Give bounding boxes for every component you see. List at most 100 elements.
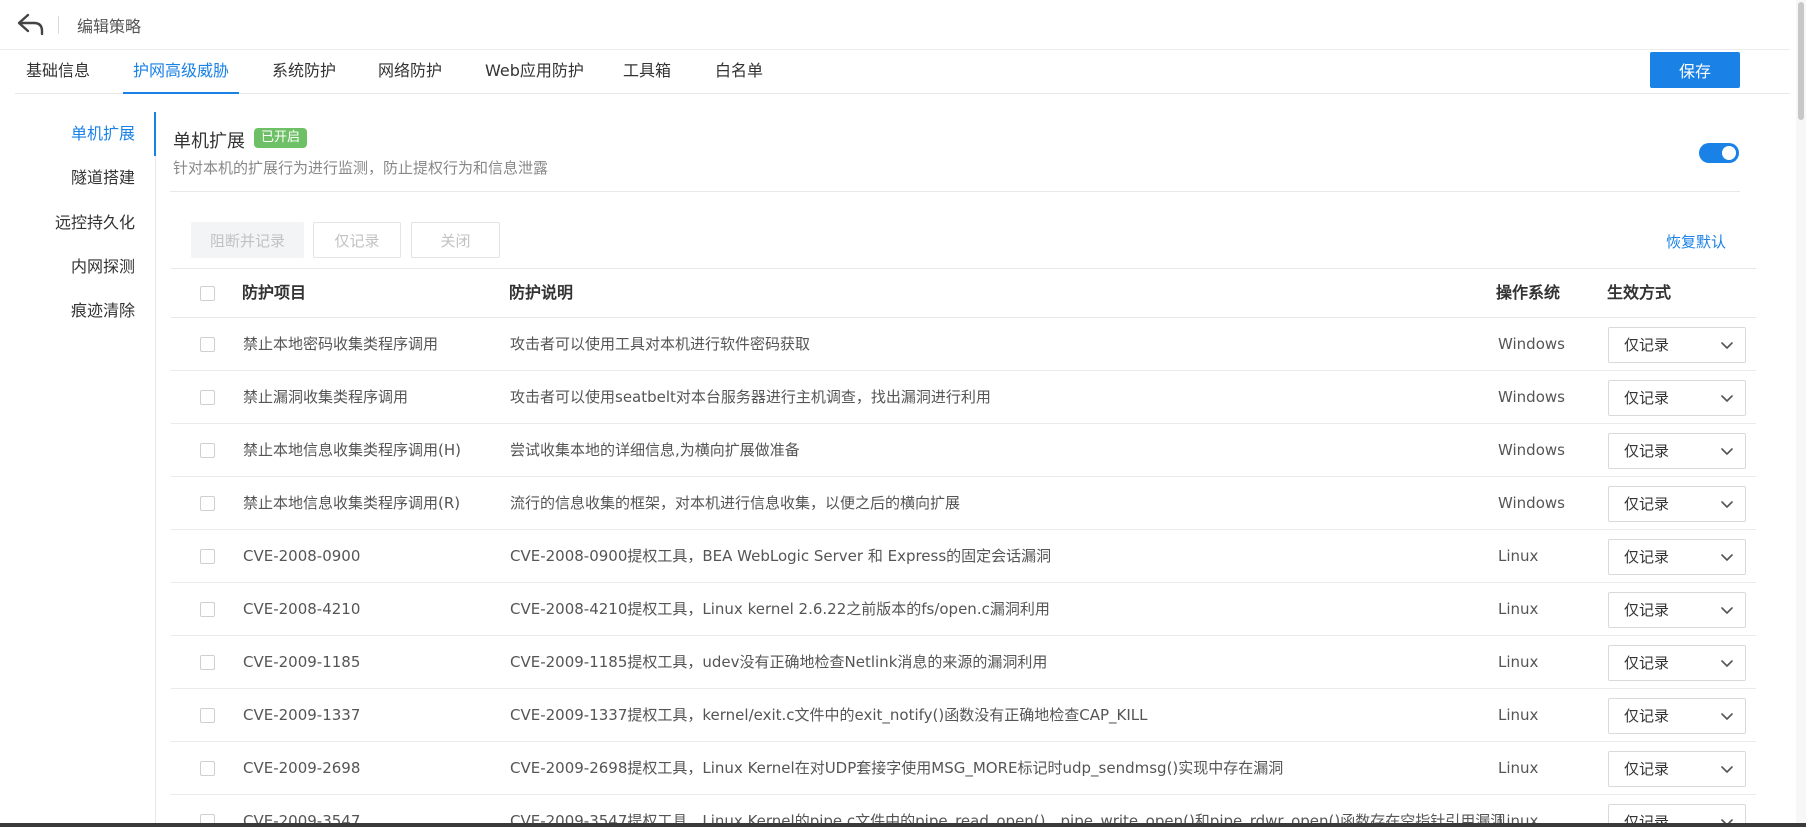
row-checkbox[interactable]	[200, 761, 215, 776]
section-title: 单机扩展	[173, 131, 245, 152]
row-item: CVE-2009-2698	[243, 759, 361, 777]
table-row: 禁止漏洞收集类程序调用 攻击者可以使用seatbelt对本台服务器进行主机调查，找…	[171, 371, 1756, 424]
mode-select[interactable]: 仅记录	[1608, 592, 1746, 628]
row-item: CVE-2009-1185	[243, 653, 361, 671]
side-item-intranet-probe[interactable]: 内网探测	[71, 245, 135, 289]
tab-web-app-protection[interactable]: Web应用防护	[485, 50, 584, 94]
chevron-down-icon	[1721, 766, 1733, 773]
save-button[interactable]: 保存	[1650, 52, 1740, 88]
chevron-down-icon	[1721, 342, 1733, 349]
column-header-item: 防护项目	[242, 283, 307, 302]
tab-network-protection[interactable]: 网络防护	[378, 50, 442, 94]
mode-select-value: 仅记录	[1624, 336, 1670, 354]
chevron-down-icon	[1721, 607, 1733, 614]
mode-select-value: 仅记录	[1624, 654, 1670, 672]
side-item-tunnel-setup[interactable]: 隧道搭建	[71, 156, 135, 200]
mode-select-value: 仅记录	[1624, 495, 1670, 513]
scrollbar-track[interactable]	[1796, 0, 1806, 827]
row-os: Windows	[1498, 494, 1565, 512]
row-description: CVE-2008-4210提权工具，Linux kernel 2.6.22之前版…	[510, 600, 1050, 618]
row-checkbox[interactable]	[200, 655, 215, 670]
side-item-remote-persistence[interactable]: 远控持久化	[55, 201, 135, 245]
row-item: 禁止漏洞收集类程序调用	[243, 388, 409, 406]
app-root: 编辑策略 基础信息 护网高级威胁 系统防护 网络防护 Web应用防护 工具箱 白…	[0, 0, 1806, 827]
table-row: 禁止本地信息收集类程序调用(R) 流行的信息收集的框架，对本机进行信息收集，以便之…	[171, 477, 1756, 530]
row-item: CVE-2009-1337	[243, 706, 361, 724]
close-button[interactable]: 关闭	[411, 222, 500, 258]
row-os: Linux	[1498, 759, 1539, 777]
side-active-indicator	[154, 112, 156, 156]
mode-select[interactable]: 仅记录	[1608, 645, 1746, 681]
mode-select[interactable]: 仅记录	[1608, 751, 1746, 787]
tab-system-protection[interactable]: 系统防护	[272, 50, 336, 94]
row-description: CVE-2009-1337提权工具，kernel/exit.c文件中的exit_…	[510, 706, 1148, 724]
scrollbar-thumb[interactable]	[1798, 2, 1804, 120]
row-os: Linux	[1498, 600, 1539, 618]
row-os: Windows	[1498, 335, 1565, 353]
table-row: CVE-2009-1185 CVE-2009-1185提权工具，udev没有正确地…	[171, 636, 1756, 689]
column-header-os: 操作系统	[1496, 283, 1561, 302]
restore-default-link[interactable]: 恢复默认	[1666, 231, 1726, 252]
mode-select[interactable]: 仅记录	[1608, 539, 1746, 575]
row-checkbox[interactable]	[200, 337, 215, 352]
select-all-checkbox[interactable]	[200, 286, 215, 301]
table-header: 防护项目 防护说明 操作系统 生效方式	[171, 268, 1756, 318]
row-description: 攻击者可以使用seatbelt对本台服务器进行主机调查，找出漏洞进行利用	[510, 388, 991, 406]
chevron-down-icon	[1721, 713, 1733, 720]
row-os: Linux	[1498, 706, 1539, 724]
table-body: 禁止本地密码收集类程序调用 攻击者可以使用工具对本机进行软件密码获取 Windows…	[171, 318, 1756, 827]
table-row: CVE-2008-0900 CVE-2008-0900提权工具，BEA WebLo…	[171, 530, 1756, 583]
side-item-trace-cleanup[interactable]: 痕迹清除	[71, 289, 135, 333]
row-os: Windows	[1498, 441, 1565, 459]
table-row: 禁止本地信息收集类程序调用(H) 尝试收集本地的详细信息,为横向扩展做准备 Wind…	[171, 424, 1756, 477]
toggle-knob	[1722, 146, 1736, 160]
section-description: 针对本机的扩展行为进行监测，防止提权行为和信息泄露	[173, 159, 549, 177]
block-and-log-button[interactable]: 阻断并记录	[191, 222, 304, 258]
mode-select[interactable]: 仅记录	[1608, 380, 1746, 416]
table-row: 禁止本地密码收集类程序调用 攻击者可以使用工具对本机进行软件密码获取 Windows…	[171, 318, 1756, 371]
tab-advanced-threat[interactable]: 护网高级威胁	[123, 50, 240, 94]
log-only-button[interactable]: 仅记录	[313, 222, 401, 258]
mode-select[interactable]: 仅记录	[1608, 486, 1746, 522]
column-header-desc: 防护说明	[509, 283, 574, 302]
section-divider	[170, 191, 1740, 192]
row-description: CVE-2009-2698提权工具，Linux Kernel在对UDP套接字使用…	[510, 759, 1284, 777]
table-row: CVE-2008-4210 CVE-2008-4210提权工具，Linux ker…	[171, 583, 1756, 636]
table-row: CVE-2009-2698 CVE-2009-2698提权工具，Linux Ker…	[171, 742, 1756, 795]
row-checkbox[interactable]	[200, 602, 215, 617]
row-item: 禁止本地信息收集类程序调用(H)	[243, 441, 461, 459]
row-checkbox[interactable]	[200, 443, 215, 458]
back-arrow-icon[interactable]	[16, 10, 46, 38]
column-header-mode: 生效方式	[1607, 283, 1672, 302]
row-item: CVE-2008-0900	[243, 547, 361, 565]
row-description: CVE-2009-1185提权工具，udev没有正确地检查Netlink消息的来…	[510, 653, 1048, 671]
mode-select[interactable]: 仅记录	[1608, 327, 1746, 363]
header-divider	[58, 16, 59, 34]
row-checkbox[interactable]	[200, 708, 215, 723]
mode-select-value: 仅记录	[1624, 389, 1670, 407]
row-description: 流行的信息收集的框架，对本机进行信息收集，以便之后的横向扩展	[510, 494, 961, 512]
enable-toggle[interactable]	[1699, 143, 1739, 163]
row-description: 尝试收集本地的详细信息,为横向扩展做准备	[510, 441, 800, 459]
mode-select-value: 仅记录	[1624, 601, 1670, 619]
tab-whitelist[interactable]: 白名单	[715, 50, 763, 94]
row-checkbox[interactable]	[200, 549, 215, 564]
tab-basic-info[interactable]: 基础信息	[26, 50, 90, 94]
table-row: CVE-2009-1337 CVE-2009-1337提权工具，kernel/ex…	[171, 689, 1756, 742]
side-nav: 单机扩展 隧道搭建 远控持久化 内网探测 痕迹清除	[0, 112, 156, 827]
mode-select-value: 仅记录	[1624, 707, 1670, 725]
chevron-down-icon	[1721, 501, 1733, 508]
side-item-standalone-expansion[interactable]: 单机扩展	[71, 112, 135, 156]
status-badge: 已开启	[254, 128, 308, 148]
chevron-down-icon	[1721, 448, 1733, 455]
mode-select-value: 仅记录	[1624, 760, 1670, 778]
chevron-down-icon	[1721, 554, 1733, 561]
row-checkbox[interactable]	[200, 390, 215, 405]
row-checkbox[interactable]	[200, 496, 215, 511]
tab-toolbox[interactable]: 工具箱	[623, 50, 671, 94]
row-item: CVE-2008-4210	[243, 600, 361, 618]
mode-select[interactable]: 仅记录	[1608, 698, 1746, 734]
chevron-down-icon	[1721, 395, 1733, 402]
mode-select[interactable]: 仅记录	[1608, 433, 1746, 469]
top-bar: 编辑策略	[0, 0, 1790, 50]
